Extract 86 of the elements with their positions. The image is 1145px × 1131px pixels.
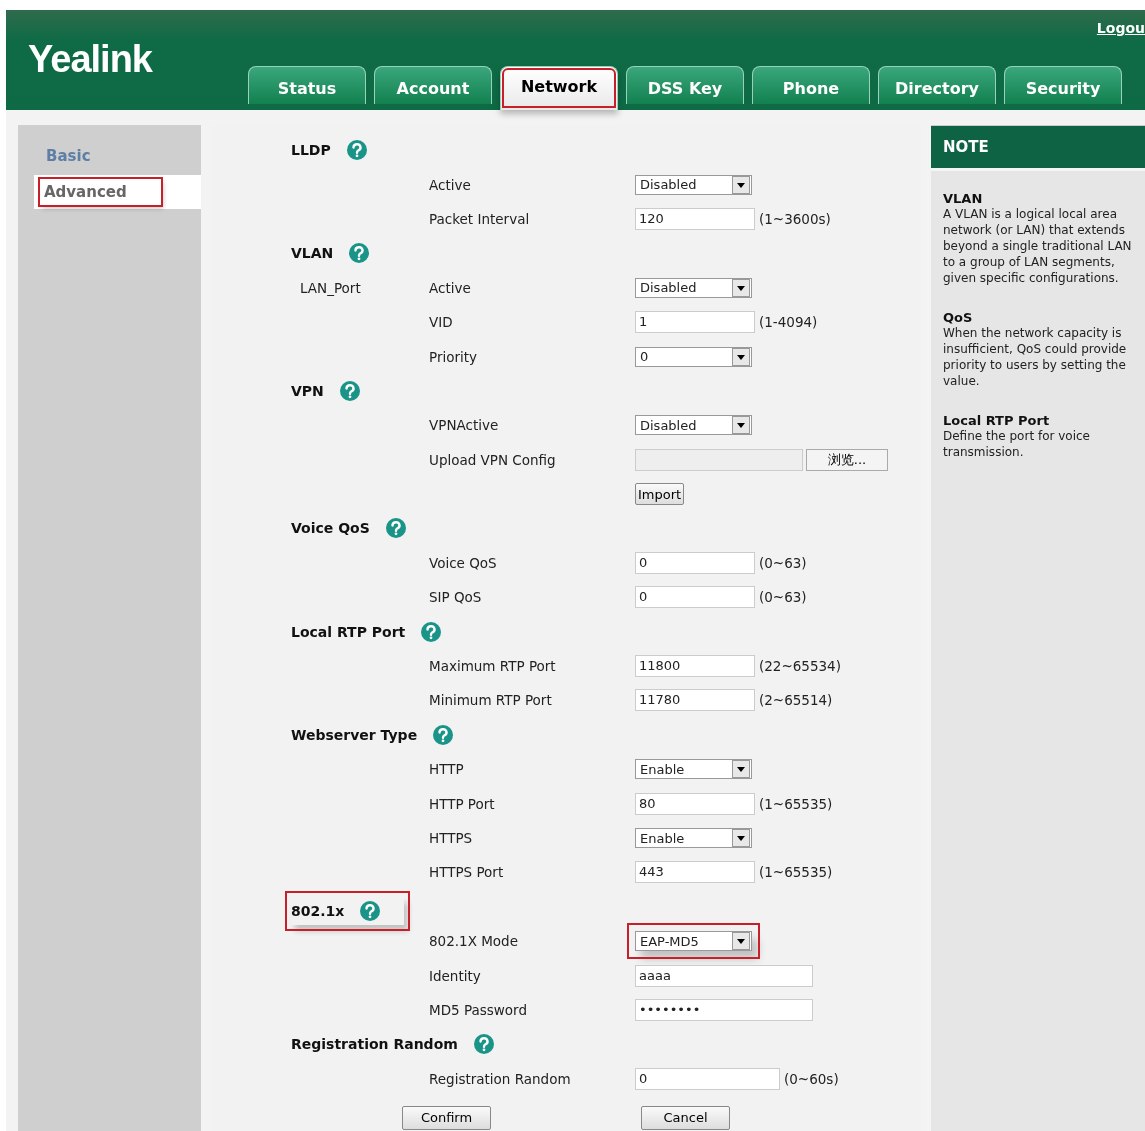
- field-label: VPNActive: [429, 417, 499, 434]
- note-heading: QoS: [943, 310, 974, 325]
- tab[interactable]: Phone: [752, 66, 870, 104]
- help-icon[interactable]: [433, 724, 454, 745]
- tab[interactable]: Status: [248, 66, 366, 104]
- field-label: Upload VPN Config: [429, 451, 556, 468]
- field-label: Identity: [429, 967, 481, 984]
- input-field[interactable]: 0: [635, 1067, 780, 1090]
- tab[interactable]: Account: [374, 66, 492, 104]
- section-title: Voice QoS: [291, 520, 370, 537]
- range-hint: (0~63): [759, 554, 807, 571]
- input-field[interactable]: 1: [635, 311, 755, 334]
- field-label: Priority: [429, 348, 478, 365]
- section-title: VLAN: [291, 245, 334, 262]
- input-field[interactable]: 80: [635, 792, 755, 815]
- logout-link[interactable]: Logou: [1096, 20, 1145, 36]
- section-title: Registration Random: [291, 1036, 458, 1053]
- field-label: Voice QoS: [429, 554, 497, 571]
- dropdown[interactable]: 0: [635, 346, 752, 367]
- field-label: Maximum RTP Port: [429, 658, 556, 675]
- field-label: HTTPS: [429, 830, 473, 846]
- help-icon[interactable]: [349, 243, 370, 264]
- input-field[interactable]: 11800: [635, 655, 755, 678]
- note-heading: Local RTP Port: [943, 413, 1051, 428]
- section-title: VPN: [291, 382, 324, 399]
- dropdown[interactable]: EAP-MD5: [635, 931, 752, 952]
- input-field[interactable]: 443: [635, 861, 755, 884]
- range-hint: (0~60s): [784, 1070, 839, 1087]
- section-title: Webserver Type: [291, 726, 418, 743]
- tab[interactable]: Security: [1004, 66, 1122, 104]
- note-text: A VLAN is a logical local area network (or LAN) that extends beyond a single traditional LAN to a group of LAN segments, given specific configurations.: [943, 206, 1133, 286]
- help-icon[interactable]: [473, 1034, 494, 1055]
- tab[interactable]: Directory: [878, 66, 996, 104]
- input-field[interactable]: 120: [635, 207, 755, 230]
- section-title: 802.1x: [291, 902, 345, 919]
- field-label: HTTP: [429, 761, 464, 778]
- range-hint: (22~65534): [759, 658, 841, 675]
- help-icon[interactable]: [339, 380, 360, 401]
- dropdown[interactable]: Disabled: [635, 277, 752, 298]
- logo: Yealink: [28, 38, 152, 81]
- field-label: SIP QoS: [429, 589, 482, 606]
- dropdown[interactable]: Disabled: [635, 415, 752, 436]
- section-title: LLDP: [291, 142, 331, 159]
- field-label: Packet Interval: [429, 210, 530, 227]
- field-label: Minimum RTP Port: [429, 692, 552, 709]
- range-hint: (0~63): [759, 589, 807, 606]
- field-label: MD5 Password: [429, 1001, 527, 1018]
- import-button[interactable]: Import: [635, 483, 685, 506]
- password-field[interactable]: ••••••••: [635, 998, 813, 1021]
- section-title: Local RTP Port: [291, 623, 406, 640]
- help-icon[interactable]: [385, 518, 406, 539]
- file-path-field[interactable]: [635, 448, 803, 471]
- sidebar-item-label[interactable]: Advanced: [40, 179, 161, 205]
- note-title: NOTE: [943, 138, 989, 156]
- field-label: 802.1X Mode: [429, 933, 518, 950]
- field-label: Active: [429, 176, 471, 193]
- dropdown[interactable]: Enable: [635, 759, 752, 780]
- dropdown[interactable]: Disabled: [635, 174, 752, 195]
- dropdown[interactable]: Enable: [635, 828, 752, 848]
- field-label: HTTP Port: [429, 795, 495, 812]
- range-hint: (1~3600s): [759, 210, 831, 227]
- field-label: Active: [429, 279, 471, 296]
- input-field[interactable]: aaaa: [635, 964, 813, 987]
- range-hint: (2~65514): [759, 692, 833, 709]
- input-field[interactable]: 0: [635, 551, 755, 574]
- sidebar-item[interactable]: Advanced: [34, 175, 201, 209]
- help-icon[interactable]: [346, 140, 367, 161]
- range-hint: (1~65535): [759, 864, 833, 881]
- group-label: LAN_Port: [300, 279, 361, 296]
- help-icon[interactable]: [360, 900, 381, 921]
- tab[interactable]: Network: [500, 66, 618, 110]
- note-text: Define the port for voice transmission.: [943, 428, 1091, 460]
- field-label: VID: [429, 314, 453, 331]
- tab[interactable]: DSS Key: [626, 66, 744, 104]
- range-hint: (1~65535): [759, 795, 833, 812]
- form-button[interactable]: Cancel: [641, 1105, 730, 1130]
- note-heading: VLAN: [943, 191, 984, 206]
- field-label: Registration Random: [429, 1070, 571, 1087]
- range-hint: (1-4094): [759, 314, 818, 331]
- input-field[interactable]: 11780: [635, 689, 755, 712]
- note-text: When the network capacity is insufficient, QoS could provide priority to users by setting the value.: [943, 325, 1128, 389]
- input-field[interactable]: 0: [635, 586, 755, 609]
- form-button[interactable]: Confirm: [402, 1105, 491, 1130]
- help-icon[interactable]: [421, 621, 442, 642]
- browse-button[interactable]: 浏览...: [806, 448, 888, 471]
- field-label: HTTPS Port: [429, 864, 504, 881]
